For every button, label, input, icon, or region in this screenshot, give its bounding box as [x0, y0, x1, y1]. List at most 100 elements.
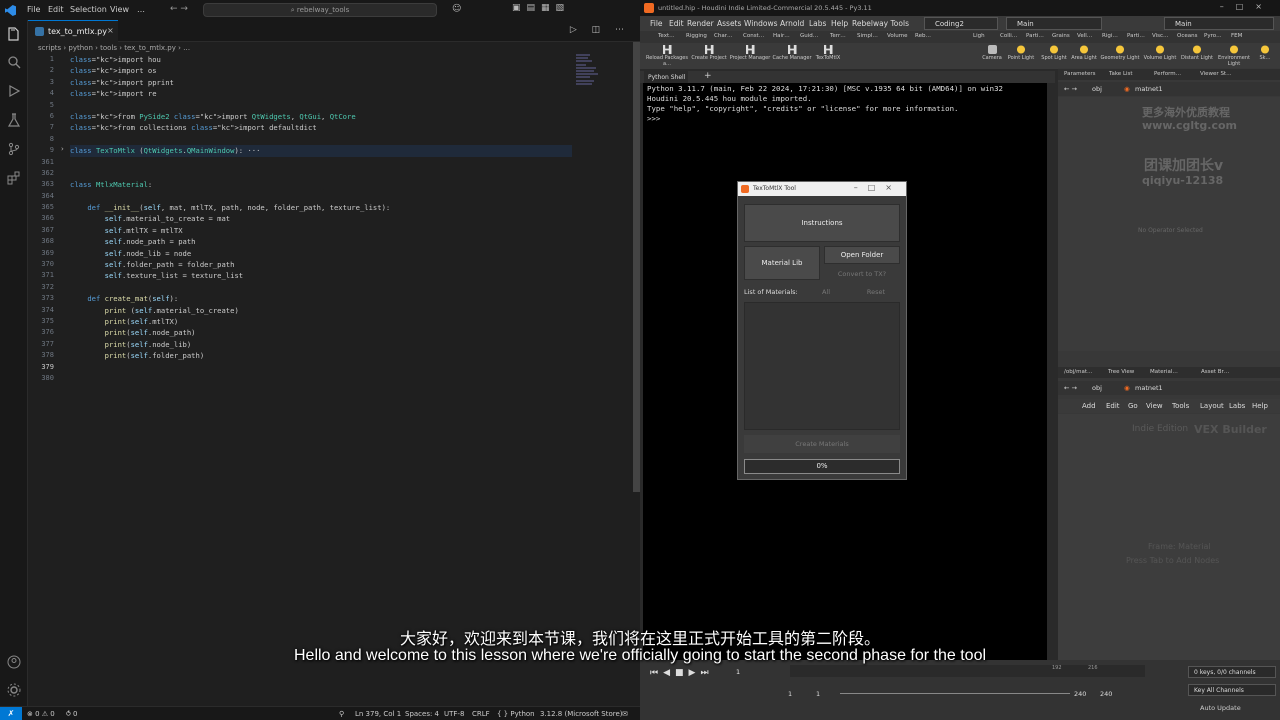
net-menu-layout[interactable]: Layout [1200, 402, 1224, 410]
main-dropdown-right[interactable]: Main [1164, 17, 1274, 30]
code-line[interactable] [70, 100, 590, 111]
hmenu-rebelway[interactable]: Rebelway Tools [852, 19, 909, 28]
shelf-tab[interactable]: Text… [658, 33, 675, 39]
code-line[interactable]: class="kc">import pprint [70, 77, 590, 88]
menu-file[interactable]: File [27, 5, 40, 14]
code-line[interactable] [70, 362, 590, 373]
code-line[interactable]: class="kc">from collections class="kc">i… [70, 122, 590, 133]
folded-region-chevron-icon[interactable]: › [61, 145, 64, 153]
code-line[interactable]: class="kc">import re [70, 88, 590, 99]
encoding[interactable]: UTF-8 [444, 710, 464, 718]
code-line[interactable] [70, 157, 590, 168]
timeline-track[interactable]: 192 216 [790, 665, 1145, 677]
shelf-tab[interactable]: Visc… [1152, 33, 1169, 39]
keys-channels[interactable]: 0 keys, 0/0 channels [1188, 666, 1276, 678]
range-slider[interactable] [840, 693, 1070, 694]
desktop-dropdown[interactable]: Coding2 [924, 17, 998, 30]
code-line[interactable]: class="kc">import hou [70, 54, 590, 65]
hmenu-assets[interactable]: Assets [717, 19, 741, 28]
shelf-tab[interactable]: Oceans [1177, 33, 1197, 39]
instructions-button[interactable]: Instructions [744, 204, 900, 242]
shelf-tab[interactable]: Grains [1052, 33, 1070, 39]
hmenu-arnold[interactable]: Arnold [780, 19, 804, 28]
tool-geometry-light[interactable]: Geometry Light [1098, 45, 1142, 61]
code-line[interactable]: class MtlxMaterial: [70, 179, 590, 190]
testing-flask-icon[interactable] [6, 112, 22, 128]
path-matnet[interactable]: matnet1 [1135, 85, 1163, 93]
dialog-window-controls-icon[interactable]: –□× [854, 183, 902, 192]
playback-controls-icon[interactable]: ⏮◀■▶⏭ [650, 668, 714, 678]
shelf-tab[interactable]: Pyro… [1204, 33, 1222, 39]
current-frame[interactable]: 1 [736, 668, 740, 676]
settings-gear-icon[interactable] [6, 682, 22, 698]
shelf-tab[interactable]: Char… [714, 33, 732, 39]
shelf-tab[interactable]: Ligh [973, 33, 985, 39]
menu-edit[interactable]: Edit [48, 5, 64, 14]
code-line[interactable] [70, 168, 590, 179]
layout-toggles-icon[interactable]: ▣▤▦▧ [512, 3, 570, 13]
menu-selection[interactable]: Selection [70, 5, 107, 14]
net-menu-tools[interactable]: Tools [1172, 402, 1189, 410]
tool-sky[interactable]: Sk… [1250, 45, 1280, 61]
menu-more[interactable]: … [137, 5, 145, 14]
code-line[interactable]: self.material_to_create = mat [70, 213, 590, 224]
code-line[interactable]: class TexToMtlx (QtWidgets.QMainWindow):… [70, 145, 572, 157]
editor-actions-icon[interactable]: ▷ ◫ ⋯ [570, 25, 630, 35]
tool-create-project[interactable]: Create Project [686, 45, 732, 61]
tool-project-manager[interactable]: Project Manager [727, 45, 773, 61]
close-tab-icon[interactable]: × [107, 26, 114, 35]
code-line[interactable]: self.texture_list = texture_list [70, 270, 590, 281]
run-debug-icon[interactable] [6, 83, 22, 99]
add-tab-icon[interactable]: + [704, 71, 712, 81]
shelf-tab[interactable]: Guid… [800, 33, 818, 39]
net-menu-edit[interactable]: Edit [1106, 402, 1120, 410]
open-folder-button[interactable]: Open Folder [824, 246, 900, 264]
reset-button[interactable]: Reset [856, 288, 896, 296]
shelf-tab[interactable]: Reb… [915, 33, 931, 39]
window-controls-icon[interactable]: –□× [1220, 2, 1274, 11]
code-line[interactable]: self.folder_path = folder_path [70, 259, 590, 270]
tab-take-list[interactable]: Take List [1109, 71, 1133, 77]
code-line[interactable]: print(self.mtlTX) [70, 316, 590, 327]
material-lib-button[interactable]: Material Lib [744, 246, 820, 280]
language-mode[interactable]: { } Python [497, 710, 535, 718]
hmenu-labs[interactable]: Labs [809, 19, 826, 28]
minimap[interactable] [576, 54, 616, 94]
all-button[interactable]: All [806, 288, 846, 296]
tab-tree-view[interactable]: Tree View [1108, 369, 1134, 375]
shelf-tab[interactable]: Volume [887, 33, 907, 39]
hmenu-edit[interactable]: Edit [669, 19, 684, 28]
editor-scrollbar[interactable] [633, 42, 640, 492]
zoom-icon[interactable]: ⚲ [339, 710, 344, 718]
path-obj[interactable]: obj [1092, 384, 1102, 392]
net-menu-add[interactable]: Add [1082, 402, 1096, 410]
range-end-2[interactable]: 240 [1100, 690, 1112, 698]
tab-viewer-state[interactable]: Viewer St… [1200, 71, 1232, 77]
explorer-icon[interactable] [6, 26, 22, 42]
tab-performance[interactable]: Perform… [1154, 71, 1181, 77]
shelf-tab[interactable]: Vell… [1077, 33, 1092, 39]
nav-arrows-icon[interactable]: ← → [170, 4, 188, 14]
hmenu-render[interactable]: Render [687, 19, 714, 28]
shelf-tab[interactable]: Rigi… [1102, 33, 1118, 39]
back-forward-icon[interactable]: ← → [1064, 85, 1077, 93]
code-line[interactable] [70, 282, 590, 293]
net-menu-labs[interactable]: Labs [1229, 402, 1245, 410]
main-dropdown-left[interactable]: Main [1006, 17, 1102, 30]
breadcrumb[interactable]: scripts › python › tools › tex_to_mtlx.p… [38, 44, 190, 52]
shelf-tab[interactable]: Terr… [830, 33, 846, 39]
code-line[interactable]: self.node_path = path [70, 236, 590, 247]
tab-parameters[interactable]: Parameters [1064, 71, 1095, 77]
code-line[interactable]: self.mtlTX = mtlTX [70, 225, 590, 236]
tab-tex-to-mtlx[interactable]: tex_to_mtlx.py × [28, 20, 118, 42]
tab-network[interactable]: /obj/mat… [1064, 369, 1092, 375]
code-line[interactable]: def __init__(self, mat, mtlTX, path, nod… [70, 202, 590, 213]
python-interpreter[interactable]: 3.12.8 (Microsoft Store) [540, 710, 623, 718]
shelf-tab[interactable]: Colli… [1000, 33, 1017, 39]
code-line[interactable]: print(self.node_path) [70, 327, 590, 338]
code-line[interactable] [70, 191, 590, 202]
code-line[interactable] [70, 134, 590, 145]
net-menu-help[interactable]: Help [1252, 402, 1268, 410]
command-center-search[interactable]: ⌕ rebelway_tools [203, 3, 437, 17]
search-icon[interactable] [6, 54, 22, 70]
